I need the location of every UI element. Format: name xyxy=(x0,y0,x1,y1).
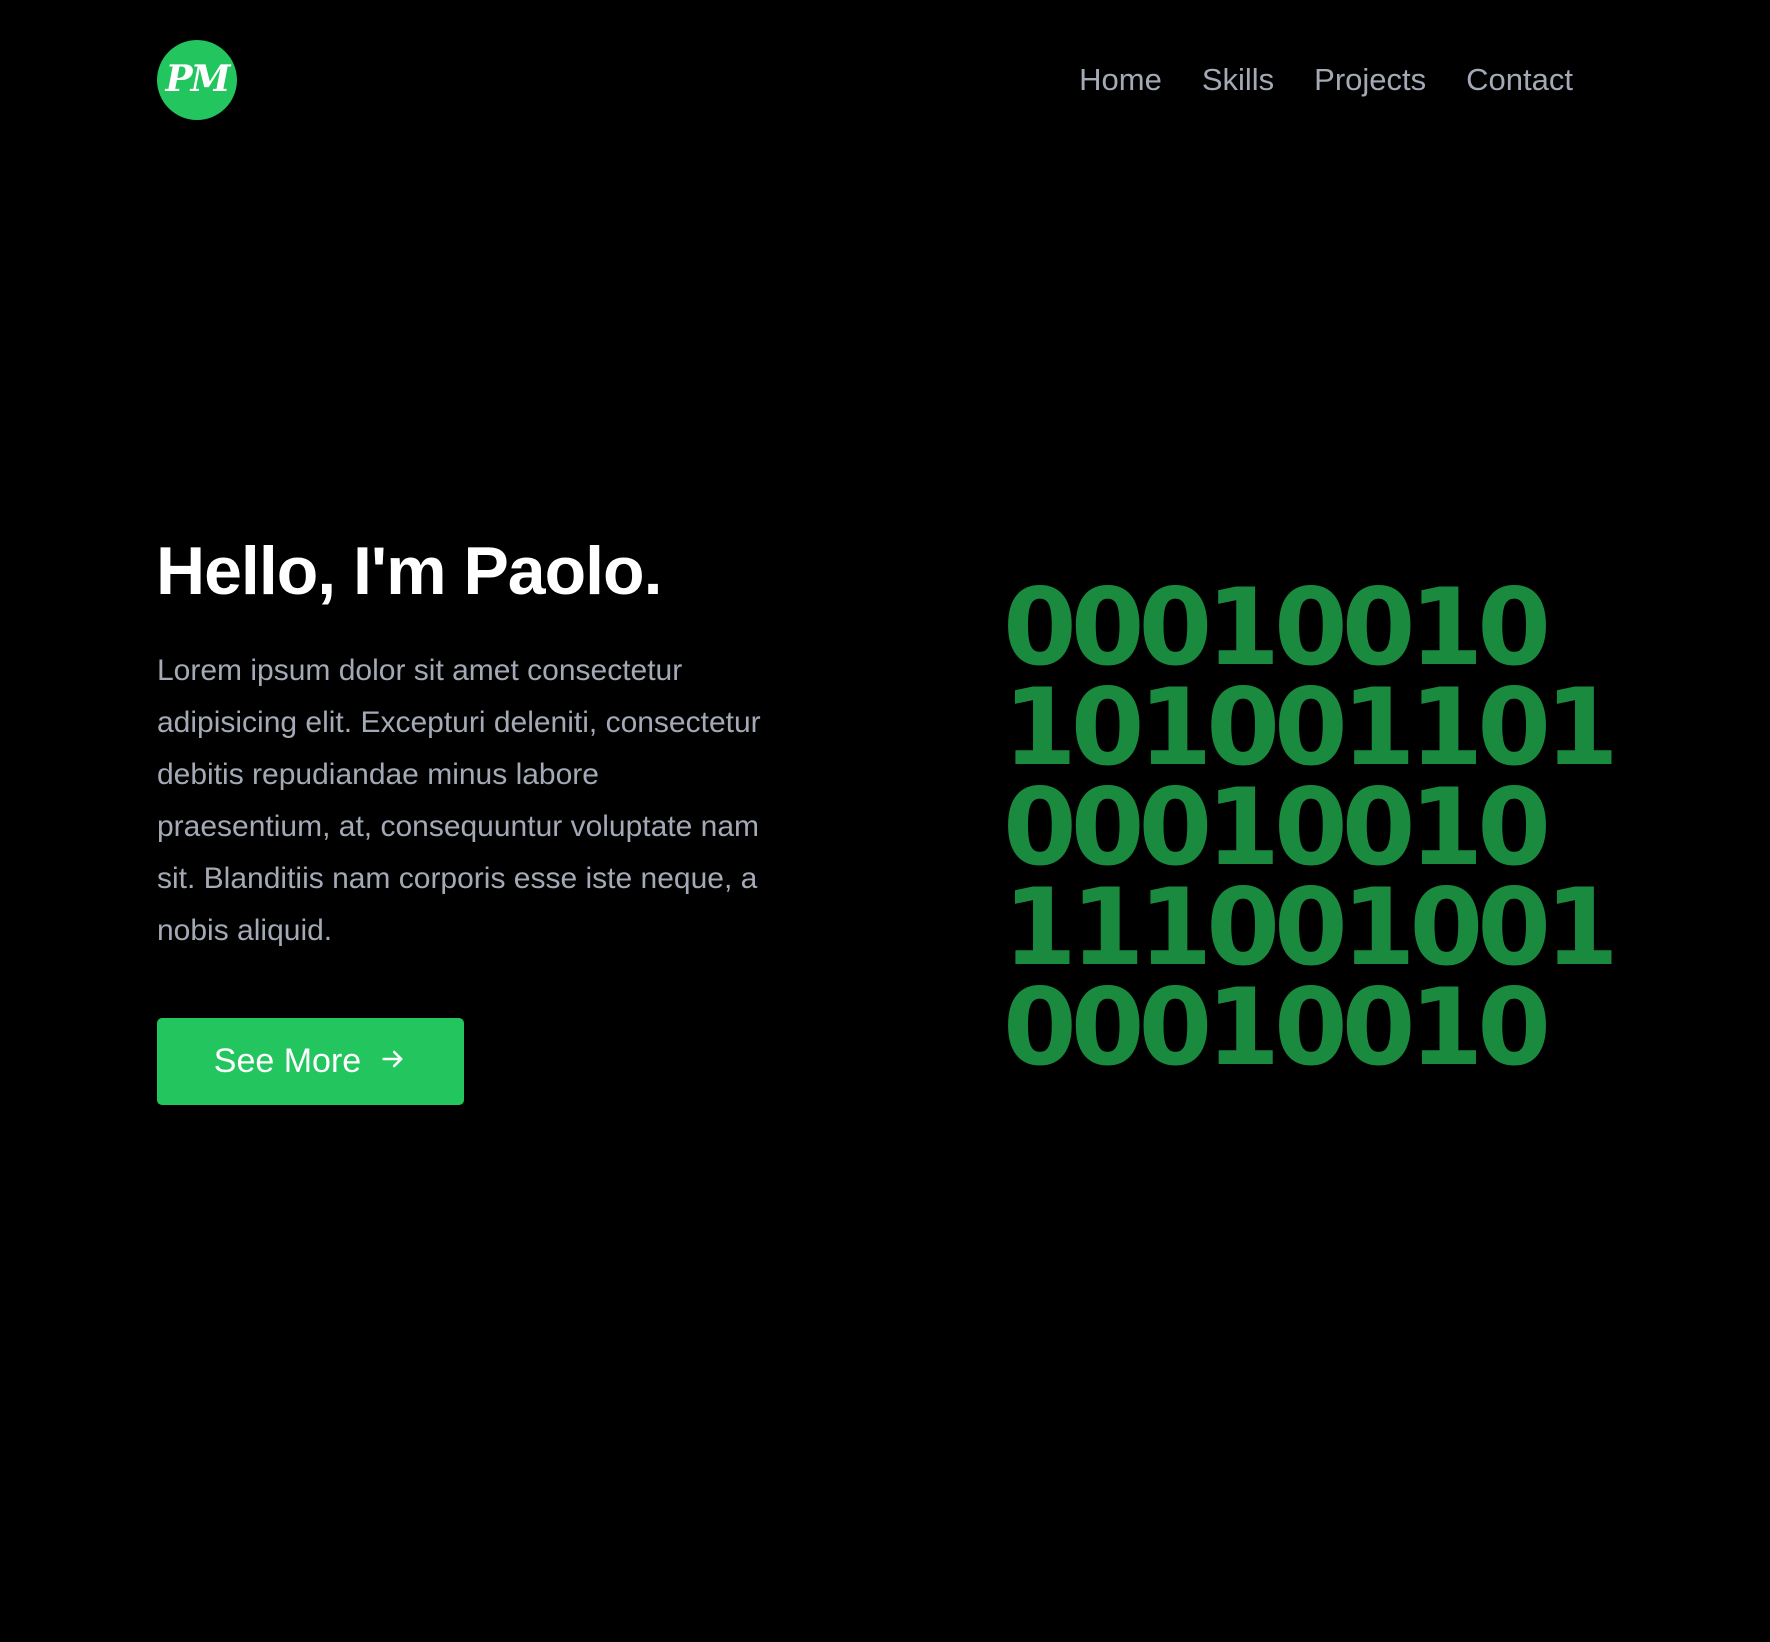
nav-link-home[interactable]: Home xyxy=(1079,58,1162,102)
binary-row: 101001101 xyxy=(1003,666,1619,789)
logo[interactable]: PM xyxy=(157,40,237,120)
nav-link-skills[interactable]: Skills xyxy=(1202,58,1274,102)
see-more-button[interactable]: See More xyxy=(157,1018,464,1105)
hero-description: Lorem ipsum dolor sit amet consectetur a… xyxy=(157,654,761,947)
binary-row: 00010010 xyxy=(1003,566,1551,689)
arrow-right-icon xyxy=(379,1045,407,1073)
nav-link-contact[interactable]: Contact xyxy=(1466,58,1573,102)
binary-row: 111001001 xyxy=(1003,866,1619,989)
binary-row: 00010010 xyxy=(1003,766,1551,889)
logo-text: PM xyxy=(165,58,231,100)
binary-row: 00010010 xyxy=(1003,966,1551,1089)
main-nav: Home Skills Projects Contact xyxy=(1079,58,1573,102)
binary-art: 00010010 101001101 00010010 111001001 00… xyxy=(1003,566,1619,1089)
see-more-label: See More xyxy=(213,1042,362,1080)
hero-title: Hello, I'm Paolo. xyxy=(156,533,662,609)
page: PM Home Skills Projects Contact Hello, I… xyxy=(0,0,1770,1642)
nav-link-projects[interactable]: Projects xyxy=(1314,58,1426,102)
